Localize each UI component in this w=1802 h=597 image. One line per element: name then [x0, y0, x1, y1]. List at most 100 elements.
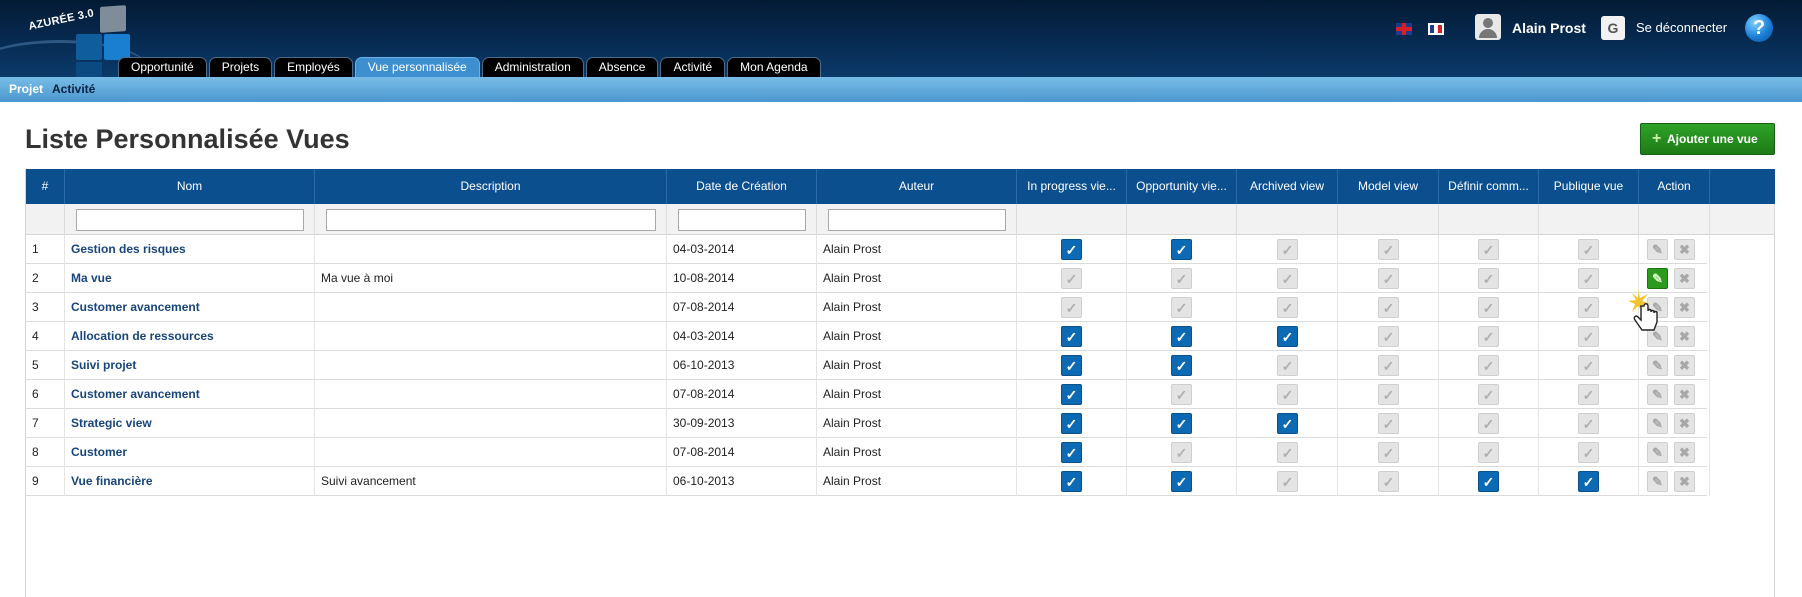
- model-checkbox[interactable]: ✓: [1378, 384, 1399, 405]
- in-progress-checkbox[interactable]: ✓: [1061, 442, 1082, 463]
- uk-flag-icon[interactable]: [1396, 23, 1412, 35]
- public-checkbox[interactable]: ✓: [1578, 442, 1599, 463]
- view-name-link[interactable]: Vue financière: [65, 467, 315, 496]
- public-checkbox[interactable]: ✓: [1578, 268, 1599, 289]
- col-archived-header[interactable]: Archived view: [1237, 169, 1338, 204]
- edit-icon[interactable]: ✎: [1647, 413, 1668, 434]
- define-comm-checkbox[interactable]: ✓: [1478, 326, 1499, 347]
- define-comm-checkbox[interactable]: ✓: [1478, 355, 1499, 376]
- logout-link[interactable]: Se déconnecter: [1636, 20, 1727, 35]
- delete-icon[interactable]: ✖: [1674, 384, 1695, 405]
- opportunity-checkbox[interactable]: ✓: [1171, 355, 1192, 376]
- opportunity-checkbox[interactable]: ✓: [1171, 239, 1192, 260]
- delete-icon[interactable]: ✖: [1674, 239, 1695, 260]
- author-filter-input[interactable]: [828, 209, 1006, 231]
- subnav-activite[interactable]: Activité: [52, 82, 95, 96]
- archived-checkbox[interactable]: ✓: [1277, 297, 1298, 318]
- model-checkbox[interactable]: ✓: [1378, 413, 1399, 434]
- tab-administration[interactable]: Administration: [481, 57, 584, 77]
- model-checkbox[interactable]: ✓: [1378, 326, 1399, 347]
- model-checkbox[interactable]: ✓: [1378, 442, 1399, 463]
- archived-checkbox[interactable]: ✓: [1277, 384, 1298, 405]
- col-author-header[interactable]: Auteur: [817, 169, 1017, 204]
- delete-icon[interactable]: ✖: [1674, 413, 1695, 434]
- in-progress-checkbox[interactable]: ✓: [1061, 413, 1082, 434]
- edit-icon[interactable]: ✎: [1647, 326, 1668, 347]
- view-name-link[interactable]: Allocation de ressources: [65, 322, 315, 351]
- archived-checkbox[interactable]: ✓: [1277, 413, 1298, 434]
- delete-icon[interactable]: ✖: [1674, 355, 1695, 376]
- in-progress-checkbox[interactable]: ✓: [1061, 384, 1082, 405]
- view-name-link[interactable]: Customer: [65, 438, 315, 467]
- edit-icon[interactable]: ✎: [1647, 355, 1668, 376]
- col-public-header[interactable]: Publique vue: [1539, 169, 1639, 204]
- archived-checkbox[interactable]: ✓: [1277, 326, 1298, 347]
- edit-icon[interactable]: ✎: [1647, 442, 1668, 463]
- in-progress-checkbox[interactable]: ✓: [1061, 326, 1082, 347]
- public-checkbox[interactable]: ✓: [1578, 471, 1599, 492]
- delete-icon[interactable]: ✖: [1674, 268, 1695, 289]
- add-view-button[interactable]: + Ajouter une vue: [1640, 123, 1775, 155]
- col-date-header[interactable]: Date de Création: [667, 169, 817, 204]
- public-checkbox[interactable]: ✓: [1578, 239, 1599, 260]
- archived-checkbox[interactable]: ✓: [1277, 471, 1298, 492]
- view-name-link[interactable]: Customer avancement: [65, 293, 315, 322]
- public-checkbox[interactable]: ✓: [1578, 355, 1599, 376]
- model-checkbox[interactable]: ✓: [1378, 297, 1399, 318]
- view-name-link[interactable]: Ma vue: [65, 264, 315, 293]
- define-comm-checkbox[interactable]: ✓: [1478, 297, 1499, 318]
- tab-projets[interactable]: Projets: [208, 57, 273, 77]
- tab-vue-personnalis-e[interactable]: Vue personnalisée: [354, 57, 480, 77]
- col-opportunity-header[interactable]: Opportunity vie...: [1127, 169, 1237, 204]
- define-comm-checkbox[interactable]: ✓: [1478, 268, 1499, 289]
- col-description-header[interactable]: Description: [315, 169, 667, 204]
- edit-icon[interactable]: ✎: [1647, 297, 1668, 318]
- define-comm-checkbox[interactable]: ✓: [1478, 413, 1499, 434]
- date-filter-input[interactable]: [678, 209, 806, 231]
- define-comm-checkbox[interactable]: ✓: [1478, 471, 1499, 492]
- tab-opportunit-[interactable]: Opportunité: [118, 57, 207, 77]
- view-name-link[interactable]: Customer avancement: [65, 380, 315, 409]
- opportunity-checkbox[interactable]: ✓: [1171, 384, 1192, 405]
- model-checkbox[interactable]: ✓: [1378, 268, 1399, 289]
- in-progress-checkbox[interactable]: ✓: [1061, 471, 1082, 492]
- public-checkbox[interactable]: ✓: [1578, 297, 1599, 318]
- col-number-header[interactable]: #: [26, 169, 65, 204]
- opportunity-checkbox[interactable]: ✓: [1171, 297, 1192, 318]
- define-comm-checkbox[interactable]: ✓: [1478, 239, 1499, 260]
- tab-absence[interactable]: Absence: [585, 57, 659, 77]
- archived-checkbox[interactable]: ✓: [1277, 442, 1298, 463]
- in-progress-checkbox[interactable]: ✓: [1061, 239, 1082, 260]
- model-checkbox[interactable]: ✓: [1378, 355, 1399, 376]
- edit-icon[interactable]: ✎: [1647, 384, 1668, 405]
- public-checkbox[interactable]: ✓: [1578, 413, 1599, 434]
- opportunity-checkbox[interactable]: ✓: [1171, 268, 1192, 289]
- edit-icon[interactable]: ✎: [1647, 268, 1668, 289]
- archived-checkbox[interactable]: ✓: [1277, 239, 1298, 260]
- delete-icon[interactable]: ✖: [1674, 297, 1695, 318]
- model-checkbox[interactable]: ✓: [1378, 471, 1399, 492]
- view-name-link[interactable]: Suivi projet: [65, 351, 315, 380]
- help-icon[interactable]: ?: [1745, 14, 1773, 42]
- tab-mon-agenda[interactable]: Mon Agenda: [727, 57, 821, 77]
- in-progress-checkbox[interactable]: ✓: [1061, 297, 1082, 318]
- opportunity-checkbox[interactable]: ✓: [1171, 442, 1192, 463]
- name-filter-input[interactable]: [76, 209, 304, 231]
- define-comm-checkbox[interactable]: ✓: [1478, 442, 1499, 463]
- tab-employ-s[interactable]: Employés: [274, 57, 353, 77]
- view-name-link[interactable]: Strategic view: [65, 409, 315, 438]
- archived-checkbox[interactable]: ✓: [1277, 355, 1298, 376]
- model-checkbox[interactable]: ✓: [1378, 239, 1399, 260]
- col-model-header[interactable]: Model view: [1338, 169, 1439, 204]
- view-name-link[interactable]: Gestion des risques: [65, 235, 315, 264]
- fr-flag-icon[interactable]: [1428, 23, 1444, 35]
- delete-icon[interactable]: ✖: [1674, 442, 1695, 463]
- in-progress-checkbox[interactable]: ✓: [1061, 355, 1082, 376]
- public-checkbox[interactable]: ✓: [1578, 384, 1599, 405]
- public-checkbox[interactable]: ✓: [1578, 326, 1599, 347]
- tab-activit-[interactable]: Activité: [660, 57, 726, 77]
- define-comm-checkbox[interactable]: ✓: [1478, 384, 1499, 405]
- delete-icon[interactable]: ✖: [1674, 326, 1695, 347]
- edit-icon[interactable]: ✎: [1647, 239, 1668, 260]
- opportunity-checkbox[interactable]: ✓: [1171, 471, 1192, 492]
